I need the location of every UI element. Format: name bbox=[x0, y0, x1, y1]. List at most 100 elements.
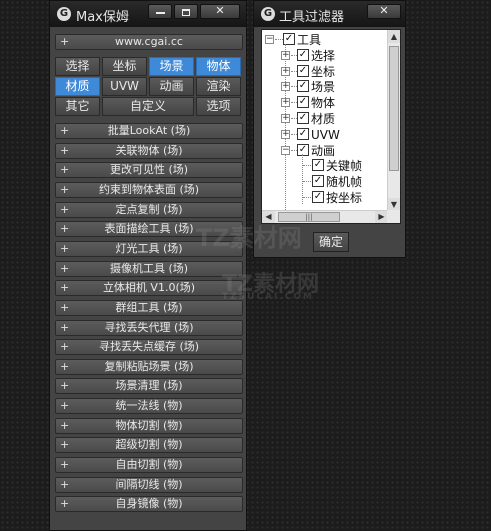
tree-row-sub[interactable]: ✓ 随机帧 bbox=[262, 174, 388, 190]
category-tab[interactable]: UVW bbox=[102, 77, 147, 96]
max-bao-window: G Max保姆 ✕ + www.cgai.cc 选择 坐标 场景 物体材质 UVW 动画渲… bbox=[49, 0, 247, 531]
app-logo-icon: G bbox=[57, 7, 71, 21]
scroll-up-icon[interactable]: ▲ bbox=[388, 30, 400, 43]
watermark-text: TZ素材网 bbox=[196, 224, 302, 252]
category-tab[interactable]: 选项 bbox=[196, 97, 241, 116]
expand-icon[interactable]: + bbox=[281, 82, 290, 91]
checkbox[interactable]: ✓ bbox=[297, 49, 309, 61]
tool-label: 群组工具 (场) bbox=[115, 301, 183, 314]
tree-line bbox=[303, 197, 311, 198]
category-tab[interactable]: 其它 bbox=[55, 97, 100, 116]
expand-icon[interactable]: + bbox=[281, 67, 290, 76]
tree-row-sub[interactable]: ✓ 按坐标 bbox=[262, 190, 388, 206]
tool-rollout[interactable]: + 自由切割 (物) bbox=[55, 457, 243, 473]
ok-button[interactable]: 确定 bbox=[313, 232, 349, 252]
tool-label: 自身镜像 (物) bbox=[115, 497, 183, 510]
tool-label: 定点复制 (场) bbox=[115, 203, 183, 216]
tree-label: 选择 bbox=[311, 49, 336, 63]
expand-icon: + bbox=[60, 183, 70, 196]
tool-rollout[interactable]: + 寻找丢失代理 (场) bbox=[55, 320, 243, 336]
tool-rollout[interactable]: + 更改可见性 (场) bbox=[55, 162, 243, 178]
checkbox[interactable]: ✓ bbox=[312, 175, 324, 187]
tool-rollout[interactable]: + 批量LookAt (场) bbox=[55, 123, 243, 139]
tool-label: 批量LookAt (场) bbox=[107, 124, 191, 137]
checkbox[interactable]: ✓ bbox=[312, 159, 324, 171]
tool-rollout[interactable]: + 群组工具 (场) bbox=[55, 300, 243, 316]
expand-icon: + bbox=[60, 478, 70, 491]
category-tab[interactable]: 动画 bbox=[149, 77, 194, 96]
category-tab[interactable]: 场景 bbox=[149, 57, 194, 76]
close-button[interactable]: ✕ bbox=[200, 4, 240, 19]
expand-icon[interactable]: + bbox=[281, 114, 290, 123]
tool-rollout[interactable]: + 场景清理 (场) bbox=[55, 378, 243, 394]
maximize-button[interactable] bbox=[174, 4, 198, 19]
tree-row-item[interactable]: + ✓ 材质 bbox=[262, 111, 388, 127]
tree-row-item[interactable]: + ✓ 选择 bbox=[262, 48, 388, 64]
tool-label: 物体切割 (物) bbox=[115, 419, 183, 432]
tool-label: 表面描绘工具 (场) bbox=[104, 222, 194, 235]
category-tab[interactable]: 渲染 bbox=[196, 77, 241, 96]
expand-icon: + bbox=[60, 222, 70, 235]
checkbox[interactable]: ✓ bbox=[297, 112, 309, 124]
tree-label: 材质 bbox=[311, 112, 336, 126]
tree-row-item[interactable]: + ✓ UVW bbox=[262, 127, 388, 143]
tool-rollout[interactable]: + 统一法线 (物) bbox=[55, 398, 243, 414]
checkbox[interactable]: ✓ bbox=[312, 191, 324, 203]
url-rollout[interactable]: + www.cgai.cc bbox=[55, 34, 243, 50]
tool-rollout[interactable]: + 复制粘贴场景 (场) bbox=[55, 359, 243, 375]
expand-icon: + bbox=[60, 497, 70, 510]
tool-label: 间隔切线 (物) bbox=[115, 478, 183, 491]
minimize-button[interactable] bbox=[148, 4, 172, 19]
tool-rollout[interactable]: + 间隔切线 (物) bbox=[55, 477, 243, 493]
tree-label: 工具 bbox=[297, 33, 322, 47]
checkbox[interactable]: ✓ bbox=[297, 65, 309, 77]
scroll-thumb[interactable] bbox=[389, 46, 399, 171]
tool-label: 自由切割 (物) bbox=[115, 458, 183, 471]
checkbox[interactable]: ✓ bbox=[297, 144, 309, 156]
tool-rollout[interactable]: + 超级切割 (物) bbox=[55, 437, 243, 453]
category-tab[interactable]: 自定义 bbox=[102, 97, 194, 116]
checkbox[interactable]: ✓ bbox=[297, 96, 309, 108]
category-tab[interactable]: 选择 bbox=[55, 57, 100, 76]
tree-row-item[interactable]: + ✓ 物体 bbox=[262, 95, 388, 111]
tree-row-root[interactable]: − ✓ 工具 bbox=[262, 32, 388, 48]
category-tab[interactable]: 材质 bbox=[55, 77, 100, 96]
tool-rollout[interactable]: + 约束到物体表面 (场) bbox=[55, 182, 243, 198]
filter-window-title: 工具过滤器 bbox=[279, 10, 345, 25]
expand-icon[interactable]: + bbox=[281, 51, 290, 60]
category-tab[interactable]: 物体 bbox=[196, 57, 241, 76]
tool-rollout[interactable]: + 寻找丢失点缓存 (场) bbox=[55, 339, 243, 355]
tool-rollout[interactable]: + 立体相机 V1.0(场) bbox=[55, 280, 243, 296]
tree-label: 动画 bbox=[311, 144, 336, 158]
filter-titlebar[interactable]: G 工具过滤器 ✕ bbox=[254, 1, 405, 27]
expand-icon: + bbox=[60, 458, 70, 471]
expand-icon: + bbox=[60, 340, 70, 353]
collapse-icon[interactable]: − bbox=[265, 35, 274, 44]
tool-rollout[interactable]: + 摄像机工具 (场) bbox=[55, 261, 243, 277]
tool-rollout[interactable]: + 物体切割 (物) bbox=[55, 418, 243, 434]
expand-icon: + bbox=[60, 360, 70, 373]
expand-icon: + bbox=[60, 379, 70, 392]
tool-rollout[interactable]: + 自身镜像 (物) bbox=[55, 496, 243, 512]
tree-row-sub[interactable]: ✓ 关键帧 bbox=[262, 158, 388, 174]
filter-close-button[interactable]: ✕ bbox=[367, 4, 401, 19]
tree-row-item[interactable]: + ✓ 坐标 bbox=[262, 64, 388, 80]
expand-icon[interactable]: + bbox=[281, 98, 290, 107]
checkbox[interactable]: ✓ bbox=[297, 128, 309, 140]
tool-label: 摄像机工具 (场) bbox=[109, 262, 189, 275]
tool-label: 约束到物体表面 (场) bbox=[98, 183, 200, 196]
tree-row-item[interactable]: − ✓ 动画 bbox=[262, 143, 388, 159]
checkbox[interactable]: ✓ bbox=[297, 80, 309, 92]
collapse-icon[interactable]: − bbox=[281, 146, 290, 155]
main-titlebar[interactable]: G Max保姆 ✕ bbox=[50, 1, 246, 27]
tree-label: 按坐标 bbox=[326, 191, 363, 205]
tool-rollout[interactable]: + 定点复制 (场) bbox=[55, 202, 243, 218]
expand-icon: + bbox=[60, 419, 70, 432]
category-tab[interactable]: 坐标 bbox=[102, 57, 147, 76]
tool-rollout[interactable]: + 关联物体 (场) bbox=[55, 143, 243, 159]
tree-row-item[interactable]: + ✓ 场景 bbox=[262, 79, 388, 95]
tool-label: 关联物体 (场) bbox=[115, 144, 183, 157]
scroll-corner bbox=[387, 210, 400, 223]
vertical-scrollbar[interactable]: ▲ ▼ bbox=[387, 30, 400, 211]
expand-icon[interactable]: + bbox=[281, 130, 290, 139]
